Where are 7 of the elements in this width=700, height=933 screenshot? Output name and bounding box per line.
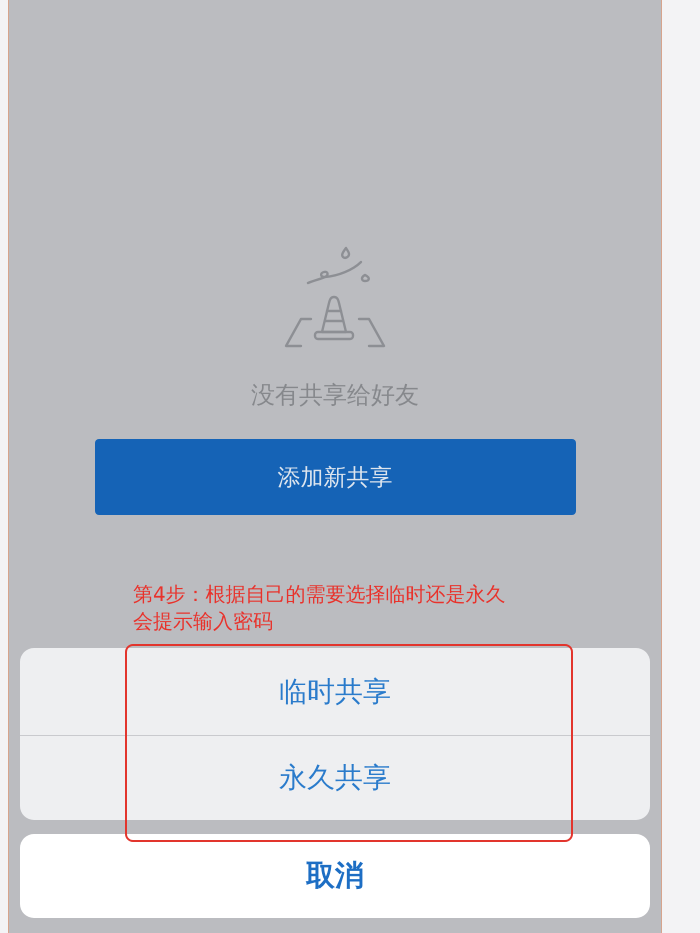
traffic-cone-icon (283, 246, 387, 348)
sheet-option[interactable]: 临时共享 (20, 648, 650, 735)
sheet-option[interactable]: 永久共享 (20, 735, 650, 820)
instruction-text: 第4步：根据自己的需要选择临时还是永久 (133, 581, 506, 608)
cancel-button[interactable]: 取消 (20, 834, 650, 918)
add-share-button[interactable]: 添加新共享 (94, 439, 576, 515)
instruction-text: 会提示输入密码 (133, 608, 274, 635)
